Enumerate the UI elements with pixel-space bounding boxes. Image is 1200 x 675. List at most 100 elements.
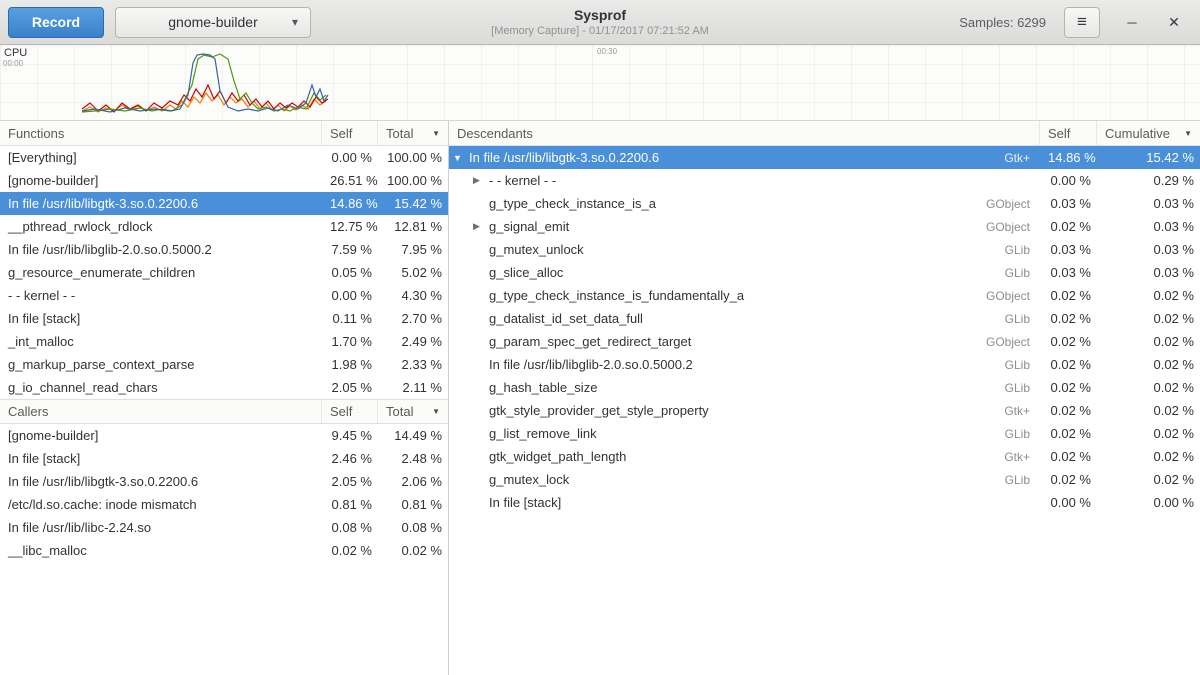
- function-name: g_type_check_instance_is_a: [489, 196, 656, 211]
- function-name: g_markup_parse_context_parse: [0, 357, 322, 372]
- function-name: - - kernel - -: [0, 288, 322, 303]
- tree-row[interactable]: ▼In file /usr/lib/libgtk-3.so.0.2200.6Gt…: [449, 146, 1200, 169]
- expander-open-icon[interactable]: ▼: [453, 153, 469, 163]
- function-name: [Everything]: [0, 150, 322, 165]
- table-row[interactable]: In file [stack]0.11 %2.70 %: [0, 307, 448, 330]
- tree-row[interactable]: g_type_check_instance_is_aGObject0.03 %0…: [449, 192, 1200, 215]
- total-percent: 2.11 %: [378, 380, 448, 395]
- table-row[interactable]: _int_malloc1.70 %2.49 %: [0, 330, 448, 353]
- tree-row[interactable]: g_hash_table_sizeGLib0.02 %0.02 %: [449, 376, 1200, 399]
- self-percent: 0.05 %: [322, 265, 378, 280]
- self-percent: 0.02 %: [1040, 219, 1097, 234]
- function-name: g_mutex_lock: [489, 472, 569, 487]
- self-percent: 0.08 %: [322, 520, 378, 535]
- table-row[interactable]: In file /usr/lib/libgtk-3.so.0.2200.614.…: [0, 192, 448, 215]
- tree-row[interactable]: g_mutex_unlockGLib0.03 %0.03 %: [449, 238, 1200, 261]
- function-name-cell: g_mutex_lock: [449, 472, 970, 487]
- self-percent: 0.02 %: [1040, 426, 1097, 441]
- function-name: g_io_channel_read_chars: [0, 380, 322, 395]
- cumulative-percent: 0.02 %: [1097, 426, 1200, 441]
- column-header-total[interactable]: Total ▼: [378, 400, 448, 423]
- table-row[interactable]: [gnome-builder]26.51 %100.00 %: [0, 169, 448, 192]
- column-header-callers[interactable]: Callers: [0, 400, 322, 423]
- table-row[interactable]: [gnome-builder]9.45 %14.49 %: [0, 424, 448, 447]
- function-name: g_mutex_unlock: [489, 242, 584, 257]
- table-row[interactable]: - - kernel - -0.00 %4.30 %: [0, 284, 448, 307]
- table-row[interactable]: In file [stack]2.46 %2.48 %: [0, 447, 448, 470]
- library-label: Gtk+: [970, 151, 1040, 165]
- table-row[interactable]: g_markup_parse_context_parse1.98 %2.33 %: [0, 353, 448, 376]
- tree-row[interactable]: g_list_remove_linkGLib0.02 %0.02 %: [449, 422, 1200, 445]
- process-selector-dropdown[interactable]: gnome-builder ▾: [115, 7, 311, 38]
- library-label: GLib: [970, 243, 1040, 257]
- expander-closed-icon[interactable]: ▶: [473, 175, 489, 186]
- tree-row[interactable]: gtk_widget_path_lengthGtk+0.02 %0.02 %: [449, 445, 1200, 468]
- column-header-self[interactable]: Self: [322, 400, 378, 423]
- tree-row[interactable]: g_type_check_instance_is_fundamentally_a…: [449, 284, 1200, 307]
- record-button[interactable]: Record: [8, 7, 104, 38]
- self-percent: 0.00 %: [1040, 495, 1097, 510]
- table-row[interactable]: In file /usr/lib/libglib-2.0.so.0.5000.2…: [0, 238, 448, 261]
- expander-closed-icon[interactable]: ▶: [473, 221, 489, 232]
- tree-row[interactable]: In file /usr/lib/libglib-2.0.so.0.5000.2…: [449, 353, 1200, 376]
- callers-table-body: [gnome-builder]9.45 %14.49 %In file [sta…: [0, 424, 448, 562]
- self-percent: 2.05 %: [322, 474, 378, 489]
- close-button[interactable]: ✕: [1166, 14, 1182, 30]
- self-percent: 0.00 %: [322, 288, 378, 303]
- function-name: _int_malloc: [0, 334, 322, 349]
- total-percent: 100.00 %: [378, 150, 448, 165]
- tree-row[interactable]: g_slice_allocGLib0.03 %0.03 %: [449, 261, 1200, 284]
- table-row[interactable]: __pthread_rwlock_rdlock12.75 %12.81 %: [0, 215, 448, 238]
- column-header-self[interactable]: Self: [1040, 121, 1097, 145]
- cumulative-percent: 0.03 %: [1097, 242, 1200, 257]
- functions-panel: Functions Self Total ▼ [Everything]0.00 …: [0, 121, 449, 675]
- column-header-cumulative-label: Cumulative: [1105, 126, 1170, 141]
- cumulative-percent: 15.42 %: [1097, 150, 1200, 165]
- table-row[interactable]: g_resource_enumerate_children0.05 %5.02 …: [0, 261, 448, 284]
- functions-table-body: [Everything]0.00 %100.00 %[gnome-builder…: [0, 146, 448, 399]
- minimize-button[interactable]: ─: [1124, 14, 1140, 30]
- function-name: __pthread_rwlock_rdlock: [0, 219, 322, 234]
- column-header-total[interactable]: Total ▼: [378, 121, 448, 145]
- callers-table-header: Callers Self Total ▼: [0, 399, 448, 424]
- window-title-area: Sysprof [Memory Capture] - 01/17/2017 07…: [491, 6, 709, 38]
- total-percent: 100.00 %: [378, 173, 448, 188]
- function-name-cell: g_param_spec_get_redirect_target: [449, 334, 970, 349]
- sysprof-window: Record gnome-builder ▾ Sysprof [Memory C…: [0, 0, 1200, 675]
- column-header-self[interactable]: Self: [322, 121, 378, 145]
- column-header-functions[interactable]: Functions: [0, 121, 322, 145]
- tree-row[interactable]: g_mutex_lockGLib0.02 %0.02 %: [449, 468, 1200, 491]
- table-row[interactable]: g_io_channel_read_chars2.05 %2.11 %: [0, 376, 448, 399]
- profile-panes: Functions Self Total ▼ [Everything]0.00 …: [0, 121, 1200, 675]
- tree-row[interactable]: In file [stack]0.00 %0.00 %: [449, 491, 1200, 514]
- column-header-descendants[interactable]: Descendants: [449, 121, 1040, 145]
- function-name: In file /usr/lib/libgtk-3.so.0.2200.6: [0, 196, 322, 211]
- tree-row[interactable]: ▶g_signal_emitGObject0.02 %0.03 %: [449, 215, 1200, 238]
- library-label: GLib: [970, 381, 1040, 395]
- cpu-graph-panel[interactable]: CPU 00:00 00:30: [0, 45, 1200, 121]
- column-header-cumulative[interactable]: Cumulative ▼: [1097, 121, 1200, 145]
- total-percent: 7.95 %: [378, 242, 448, 257]
- menu-button[interactable]: ≡: [1064, 7, 1100, 38]
- table-row[interactable]: In file /usr/lib/libgtk-3.so.0.2200.62.0…: [0, 470, 448, 493]
- tree-row[interactable]: ▶- - kernel - -0.00 %0.29 %: [449, 169, 1200, 192]
- table-row[interactable]: In file /usr/lib/libc-2.24.so0.08 %0.08 …: [0, 516, 448, 539]
- library-label: GLib: [970, 358, 1040, 372]
- tree-row[interactable]: gtk_style_provider_get_style_propertyGtk…: [449, 399, 1200, 422]
- function-name-cell: gtk_style_provider_get_style_property: [449, 403, 970, 418]
- column-header-total-label: Total: [386, 126, 413, 141]
- function-name: g_resource_enumerate_children: [0, 265, 322, 280]
- table-row[interactable]: [Everything]0.00 %100.00 %: [0, 146, 448, 169]
- cumulative-percent: 0.03 %: [1097, 265, 1200, 280]
- library-label: Gtk+: [970, 450, 1040, 464]
- tree-row[interactable]: g_datalist_id_set_data_fullGLib0.02 %0.0…: [449, 307, 1200, 330]
- self-percent: 0.03 %: [1040, 196, 1097, 211]
- table-row[interactable]: /etc/ld.so.cache: inode mismatch0.81 %0.…: [0, 493, 448, 516]
- self-percent: 2.05 %: [322, 380, 378, 395]
- table-row[interactable]: __libc_malloc0.02 %0.02 %: [0, 539, 448, 562]
- sort-indicator-icon: ▼: [432, 407, 440, 416]
- tree-row[interactable]: g_param_spec_get_redirect_targetGObject0…: [449, 330, 1200, 353]
- total-percent: 0.81 %: [378, 497, 448, 512]
- function-name: g_type_check_instance_is_fundamentally_a: [489, 288, 744, 303]
- window-controls: ─ ✕: [1118, 14, 1192, 30]
